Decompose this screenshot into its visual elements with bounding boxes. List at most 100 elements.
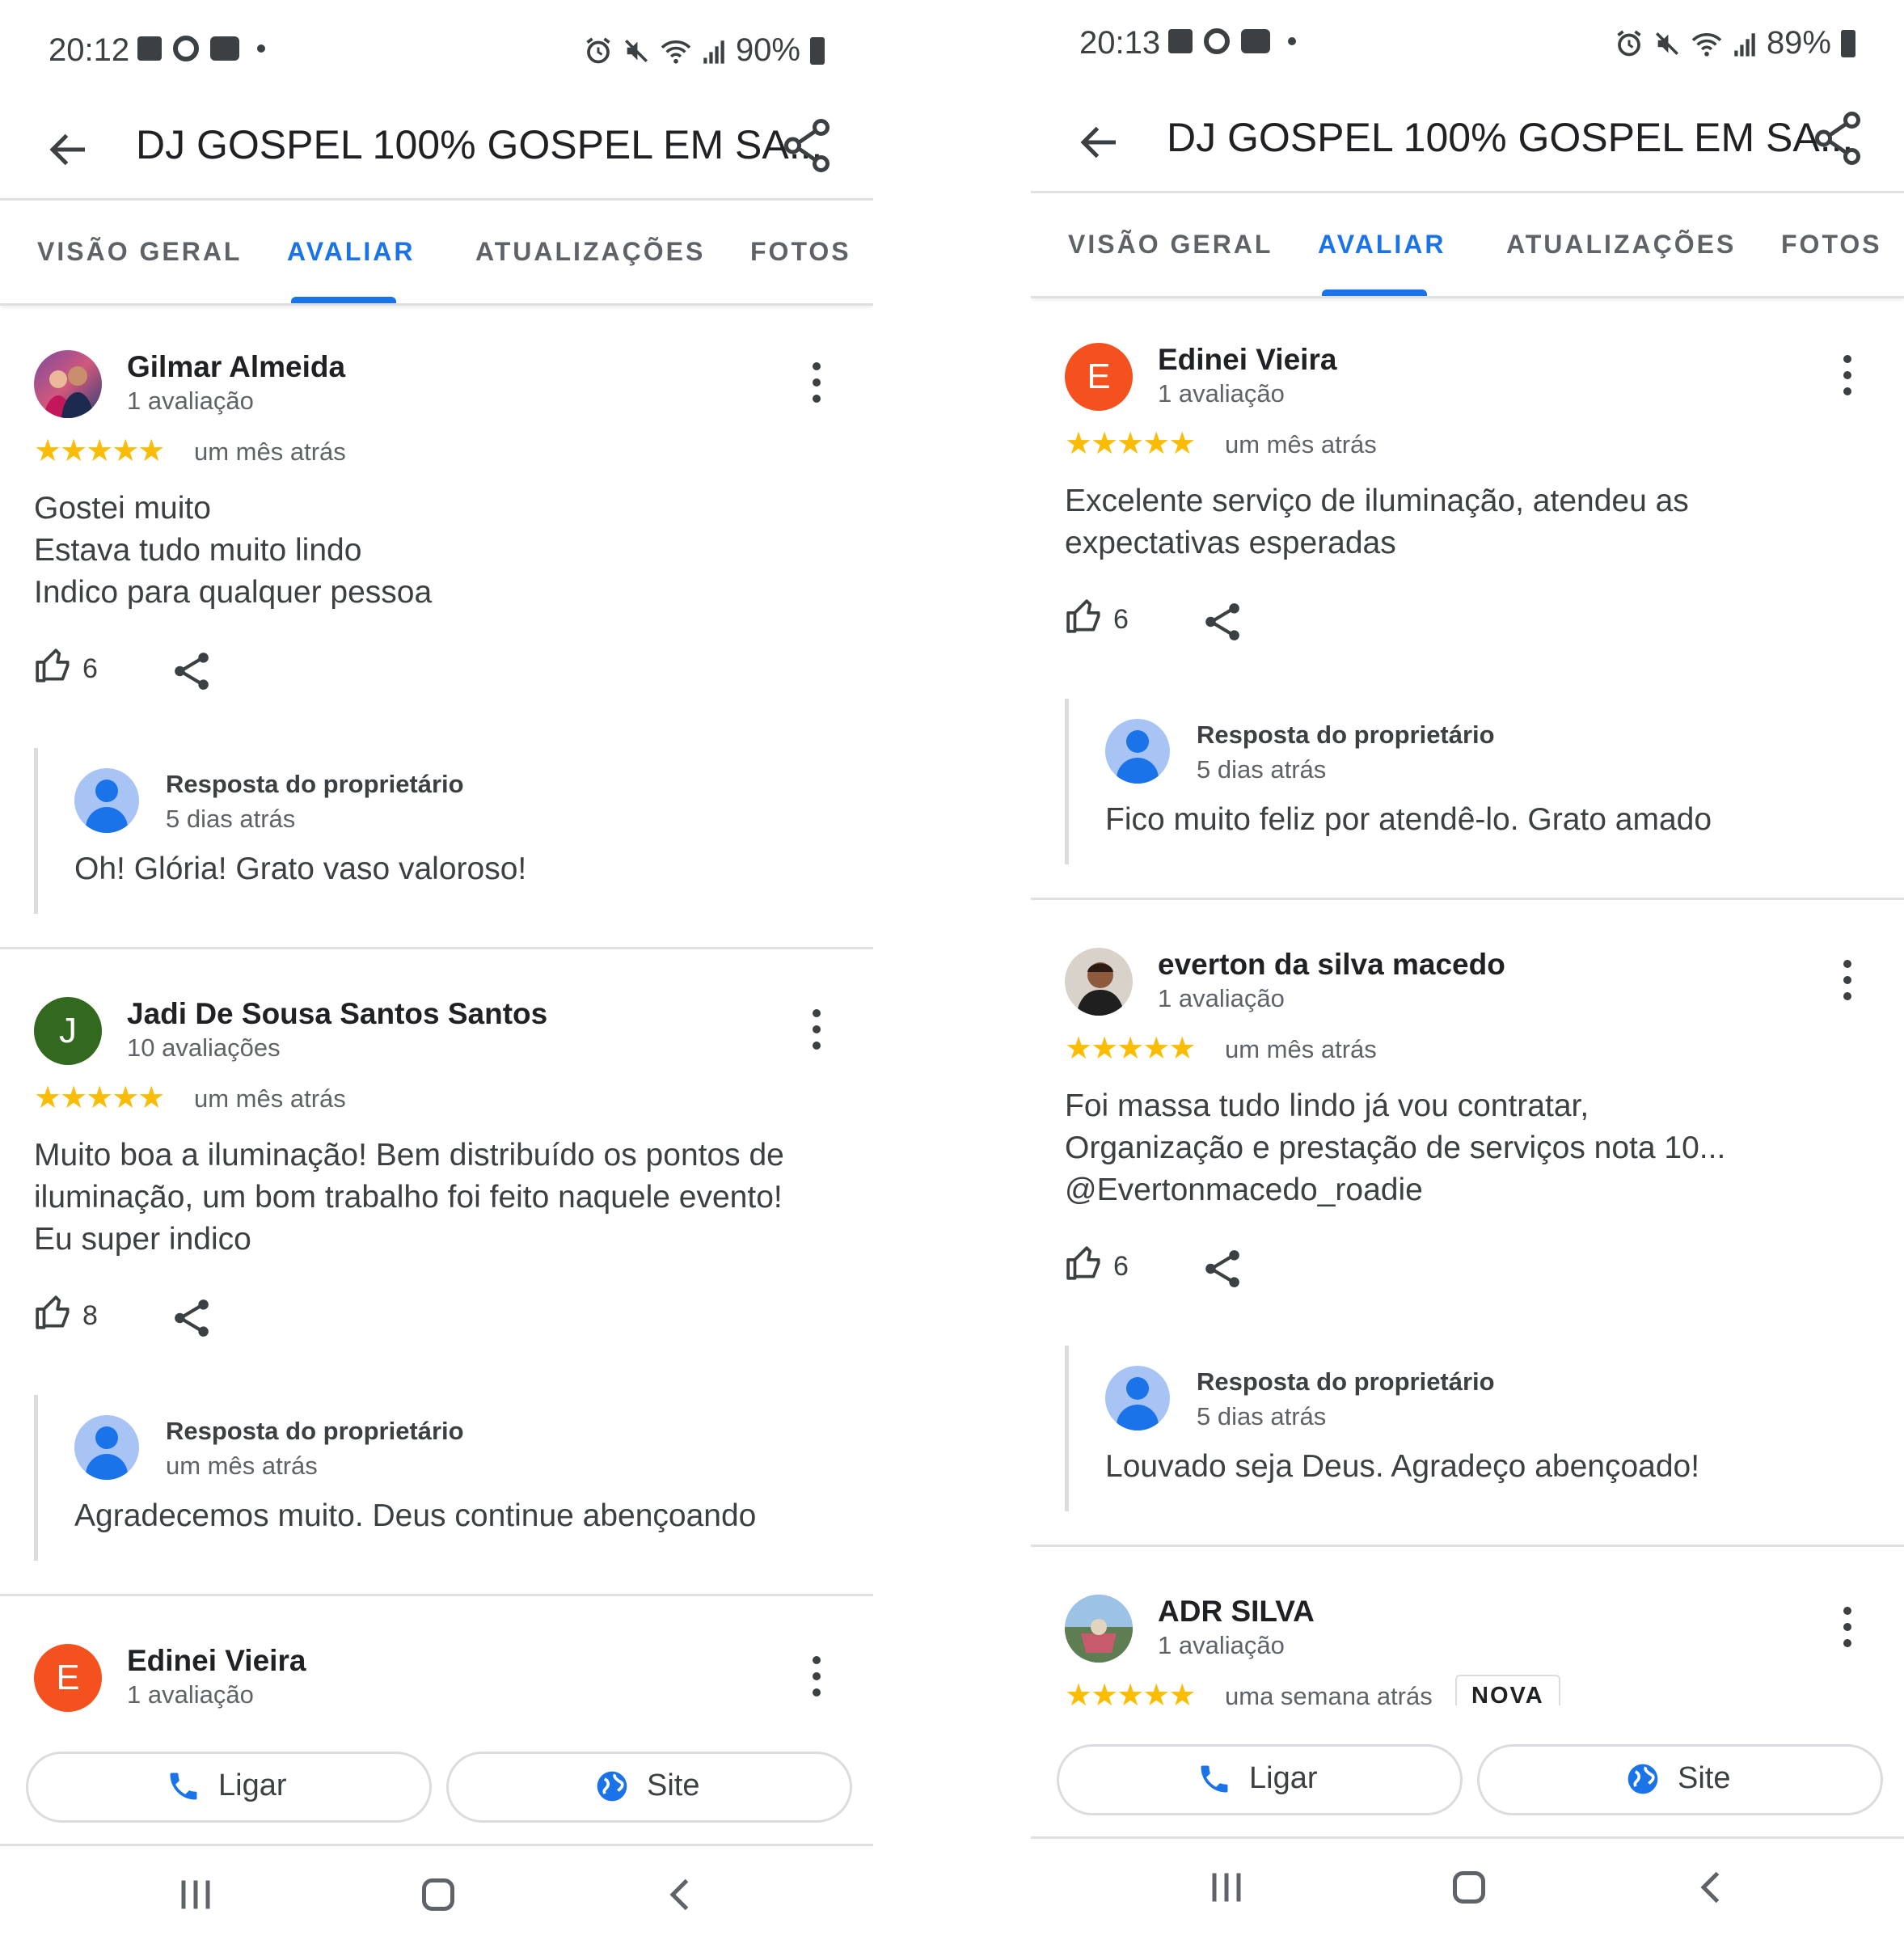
status-bar: 20:12 90% xyxy=(0,0,873,105)
owner-response-text: Louvado seja Deus. Agradeço abençoado! xyxy=(1105,1449,1700,1484)
owner-avatar xyxy=(74,768,139,833)
review-time: um mês atrás xyxy=(194,1084,346,1113)
tab-bar: VISÃO GERAL AVALIAR ATUALIZAÇÕES FOTOS xyxy=(1031,191,1904,298)
phone-screen-right: 20:13 89% DJ GOSPEL 100% GOSPEL EM SA...… xyxy=(1031,0,1904,1941)
more-options-icon[interactable] xyxy=(1831,1605,1864,1654)
phone-icon xyxy=(170,1773,197,1800)
reviewer-name[interactable]: Jadi De Sousa Santos Santos xyxy=(127,997,547,1031)
reviewer-name[interactable]: Edinei Vieira xyxy=(1158,343,1336,377)
review-text: Excelente serviço de iluminação, atendeu… xyxy=(1065,484,1689,560)
back-arrow-icon[interactable] xyxy=(44,125,93,174)
globe-icon xyxy=(1627,1764,1658,1794)
reviewer-avatar[interactable] xyxy=(1065,1595,1133,1663)
thumbs-up-icon xyxy=(36,649,70,682)
star-rating: ★★★★★ xyxy=(1065,1679,1196,1705)
more-options-icon[interactable] xyxy=(800,1008,833,1056)
call-label: Ligar xyxy=(1249,1761,1318,1795)
call-button[interactable]: Ligar xyxy=(26,1752,432,1823)
review-text: Gostei muito Estava tudo muito lindo Ind… xyxy=(34,491,433,610)
back-arrow-icon[interactable] xyxy=(1075,118,1124,167)
review-share-icon[interactable] xyxy=(171,647,212,695)
share-icon[interactable] xyxy=(1813,110,1862,167)
system-nav-bar xyxy=(1031,1839,1904,1941)
review-time: um mês atrás xyxy=(1225,430,1377,458)
reviewer-name[interactable]: Edinei Vieira xyxy=(127,1644,306,1678)
tab-updates[interactable]: ATUALIZAÇÕES xyxy=(475,237,705,267)
mute-icon xyxy=(1655,32,1678,55)
tab-overview[interactable]: VISÃO GERAL xyxy=(1068,230,1273,260)
status-time: 20:13 xyxy=(1079,25,1161,61)
like-button[interactable]: 8 xyxy=(34,1292,123,1341)
notification-icons xyxy=(137,36,265,61)
owner-response-text: Fico muito feliz por atendê-lo. Grato am… xyxy=(1105,802,1712,837)
nav-back-icon[interactable] xyxy=(656,1870,705,1919)
reviews-list: Gilmar Almeida 1 avaliação ★★★★★ um mês … xyxy=(0,306,873,1713)
inter-app-icon xyxy=(210,36,239,61)
home-icon[interactable] xyxy=(414,1870,462,1919)
review-time: uma semana atrás xyxy=(1225,1682,1433,1705)
review-share-icon[interactable] xyxy=(1202,598,1243,646)
battery-level: 89% xyxy=(1766,25,1831,61)
like-button[interactable]: 6 xyxy=(1065,1243,1154,1291)
reviewer-avatar[interactable] xyxy=(1065,948,1133,1016)
tab-reviews[interactable]: AVALIAR xyxy=(287,237,415,267)
more-options-icon[interactable] xyxy=(800,1654,833,1703)
app-bar: DJ GOSPEL 100% GOSPEL EM SA... xyxy=(0,105,873,201)
battery-icon xyxy=(1841,29,1855,57)
reviewer-name[interactable]: ADR SILVA xyxy=(1158,1595,1315,1629)
owner-response-time: 5 dias atrás xyxy=(1197,755,1327,784)
recent-apps-icon[interactable] xyxy=(1202,1863,1251,1912)
reviewer-name[interactable]: Gilmar Almeida xyxy=(127,350,345,384)
owner-response-text: Agradecemos muito. Deus continue abençoa… xyxy=(74,1498,757,1533)
owner-response-time: 5 dias atrás xyxy=(166,805,296,833)
owner-response-time: 5 dias atrás xyxy=(1197,1402,1327,1430)
place-title: DJ GOSPEL 100% GOSPEL EM SA... xyxy=(136,122,823,167)
owner-avatar xyxy=(1105,1366,1170,1430)
owner-avatar xyxy=(74,1415,139,1480)
like-button[interactable]: 6 xyxy=(1065,596,1154,644)
status-right: 90% xyxy=(584,32,825,69)
recent-apps-icon[interactable] xyxy=(171,1870,220,1919)
home-icon[interactable] xyxy=(1445,1863,1493,1912)
system-nav-bar xyxy=(0,1846,873,1948)
share-icon[interactable] xyxy=(783,117,831,174)
reviews-list: E Edinei Vieira 1 avaliação ★★★★★ um mês… xyxy=(1031,298,1904,1705)
review-share-icon[interactable] xyxy=(171,1294,212,1342)
reviewer-avatar[interactable]: E xyxy=(1065,343,1133,411)
chrome-icon xyxy=(1204,28,1230,54)
avatar-initial: E xyxy=(56,1658,80,1697)
gallery-icon xyxy=(137,36,162,61)
reviewer-avatar[interactable]: J xyxy=(34,997,102,1065)
website-button[interactable]: Site xyxy=(446,1752,852,1823)
active-tab-indicator xyxy=(1322,289,1427,296)
like-button[interactable]: 6 xyxy=(34,645,123,694)
owner-response-label: Resposta do proprietário xyxy=(1197,1367,1495,1396)
status-time: 20:12 xyxy=(49,32,130,68)
tab-photos[interactable]: FOTOS xyxy=(750,237,851,267)
reviewer-review-count: 10 avaliações xyxy=(127,1033,281,1062)
status-bar: 20:13 89% xyxy=(1031,0,1904,98)
call-button[interactable]: Ligar xyxy=(1057,1744,1463,1815)
reviewer-name[interactable]: everton da silva macedo xyxy=(1158,948,1505,982)
review-share-icon[interactable] xyxy=(1202,1244,1243,1293)
phone-screen-left: 20:12 90% DJ GOSPEL 100% GOSPEL EM SA...… xyxy=(0,0,873,1948)
gallery-icon xyxy=(1168,29,1193,53)
more-options-icon[interactable] xyxy=(1831,353,1864,402)
nav-back-icon[interactable] xyxy=(1687,1863,1736,1912)
tab-photos[interactable]: FOTOS xyxy=(1781,230,1882,260)
reviewer-avatar[interactable] xyxy=(34,350,102,418)
owner-response-time: um mês atrás xyxy=(166,1451,318,1480)
status-right: 89% xyxy=(1615,25,1855,61)
tab-updates[interactable]: ATUALIZAÇÕES xyxy=(1506,230,1736,260)
tab-overview[interactable]: VISÃO GERAL xyxy=(37,237,242,267)
place-title: DJ GOSPEL 100% GOSPEL EM SA... xyxy=(1167,115,1854,160)
more-options-icon[interactable] xyxy=(800,361,833,409)
review-divider xyxy=(0,1594,873,1596)
reviewer-avatar[interactable]: E xyxy=(34,1644,102,1712)
reviewer-review-count: 1 avaliação xyxy=(1158,1631,1285,1659)
website-label: Site xyxy=(1678,1761,1731,1795)
review-text: Muito boa a iluminação! Bem distribuído … xyxy=(34,1138,784,1257)
tab-reviews[interactable]: AVALIAR xyxy=(1318,230,1446,260)
more-options-icon[interactable] xyxy=(1831,958,1864,1007)
website-button[interactable]: Site xyxy=(1477,1744,1883,1815)
